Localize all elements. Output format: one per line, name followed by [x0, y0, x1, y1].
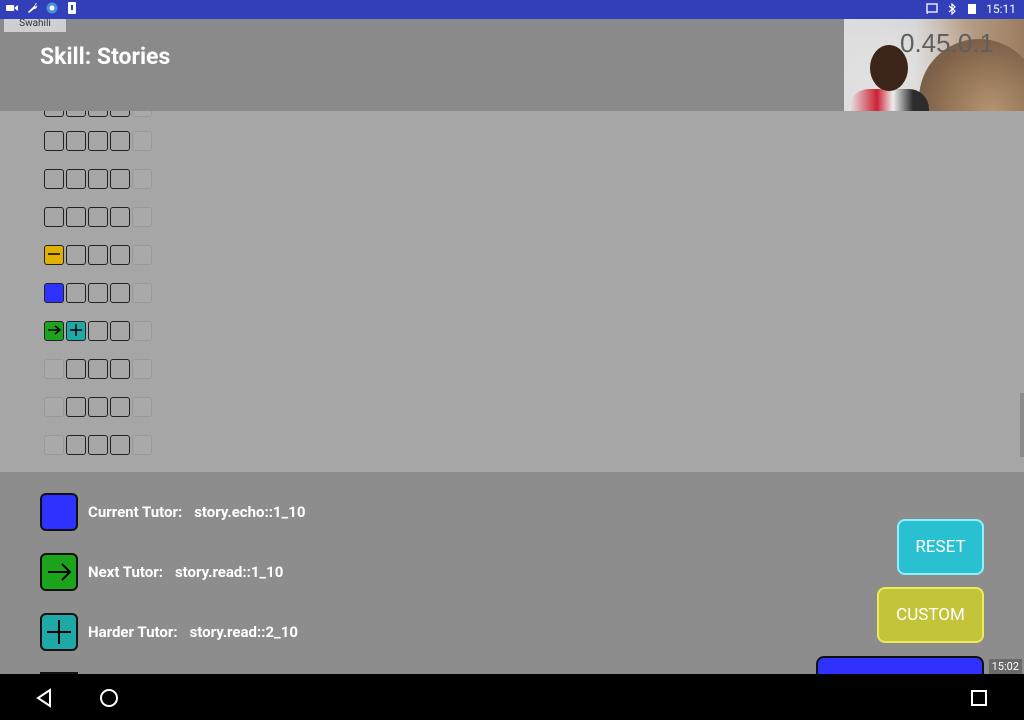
grid-cell[interactable] [66, 245, 86, 265]
grid-cell[interactable] [44, 435, 64, 455]
grid-cell[interactable] [132, 397, 152, 417]
next-tutor-value: story.read::1_10 [174, 563, 284, 581]
grid-cell[interactable] [110, 111, 130, 117]
page-title: Skill: Stories [40, 43, 171, 70]
grid-cell[interactable] [132, 169, 152, 189]
status-left-icons [6, 2, 78, 14]
grid-row [44, 207, 152, 229]
grid-cell[interactable] [88, 359, 108, 379]
grid-cell[interactable] [88, 131, 108, 151]
grid-cell[interactable] [132, 283, 152, 303]
grid-row [44, 321, 152, 343]
grid-row [44, 435, 152, 457]
status-right-icons: 15:11 [926, 2, 1016, 16]
version-label: 0.45.0.1 [900, 28, 994, 58]
grid-row-partial [44, 111, 152, 119]
scrollbar-thumb[interactable] [1020, 393, 1024, 457]
grid-cell[interactable] [66, 207, 86, 227]
grid-cell[interactable] [110, 321, 130, 341]
grid-cell[interactable] [66, 435, 86, 455]
recents-icon[interactable] [967, 686, 991, 710]
next-tutor-row: Next Tutor: story.read::1_10 [40, 552, 283, 592]
grid-cell[interactable] [44, 111, 64, 117]
video-icon [6, 5, 18, 11]
grid-cell-plus-icon[interactable] [66, 321, 86, 341]
grid-cell[interactable] [110, 131, 130, 151]
grid-cell[interactable] [66, 131, 86, 151]
harder-tutor-row: Harder Tutor: story.read::2_10 [40, 612, 298, 652]
battery-icon [968, 4, 977, 14]
grid-cell[interactable] [44, 397, 64, 417]
status-time: 15:11 [986, 2, 1016, 16]
grid-cell[interactable] [132, 131, 152, 151]
grid-cell[interactable] [44, 283, 64, 303]
chrome-icon [46, 2, 58, 14]
grid-cell[interactable] [132, 207, 152, 227]
harder-tutor-label: Harder Tutor: [88, 623, 178, 641]
grid-cell[interactable] [88, 245, 108, 265]
grid-cell[interactable] [88, 435, 108, 455]
cast-icon [926, 3, 938, 15]
overlay-timestamp: 15:02 [988, 659, 1022, 674]
grid-cell[interactable] [88, 169, 108, 189]
grid-cell[interactable] [132, 111, 152, 117]
custom-button[interactable]: CUSTOM [877, 587, 984, 643]
navigation-bar [0, 674, 1024, 720]
grid-cell[interactable] [132, 435, 152, 455]
grid-cell[interactable] [110, 435, 130, 455]
grid-row [44, 397, 152, 419]
grid-row [44, 359, 152, 381]
arrow-right-icon [40, 553, 78, 591]
grid-cell[interactable] [88, 111, 108, 117]
grid-cell[interactable] [88, 397, 108, 417]
grid-cell[interactable] [110, 169, 130, 189]
grid-row [44, 131, 152, 153]
current-tutor-value: story.echo::1_10 [194, 503, 306, 521]
grid-cell[interactable] [110, 283, 130, 303]
grid-row [44, 283, 152, 305]
current-tutor-label: Current Tutor: [88, 503, 183, 521]
home-icon[interactable] [97, 686, 121, 710]
grid-cell[interactable] [110, 397, 130, 417]
grid-cell-minus-icon[interactable] [44, 245, 64, 265]
next-tutor-label: Next Tutor: [88, 563, 163, 581]
grid-cell[interactable] [88, 283, 108, 303]
grid-cell[interactable] [132, 245, 152, 265]
grid-cell[interactable] [44, 207, 64, 227]
tutor-grid [0, 111, 1024, 472]
plus-icon [40, 613, 78, 651]
grid-cell[interactable] [66, 169, 86, 189]
status-bar: 15:11 [0, 0, 1024, 19]
grid-cell[interactable] [66, 111, 86, 117]
bluetooth-icon [948, 3, 956, 15]
current-tutor-square-icon [40, 493, 78, 531]
grid-row [44, 169, 152, 191]
grid-cell[interactable] [66, 397, 86, 417]
grid-cell-arrow-right-icon[interactable] [44, 321, 64, 341]
grid-cell[interactable] [66, 283, 86, 303]
reset-button[interactable]: RESET [897, 519, 984, 575]
grid-cell[interactable] [88, 321, 108, 341]
grid-cell[interactable] [132, 359, 152, 379]
grid-cell[interactable] [110, 359, 130, 379]
grid-row [44, 245, 152, 267]
current-tutor-row: Current Tutor: story.echo::1_10 [40, 492, 305, 532]
wrench-icon [28, 3, 38, 13]
harder-tutor-value: story.read::2_10 [189, 623, 298, 641]
grid-cell[interactable] [44, 169, 64, 189]
grid-cell[interactable] [88, 207, 108, 227]
back-icon[interactable] [32, 686, 56, 710]
grid-cell[interactable] [44, 131, 64, 151]
download-icon [68, 2, 76, 14]
grid-cell[interactable] [66, 359, 86, 379]
language-tab[interactable]: Swahili [4, 19, 66, 33]
grid-cell[interactable] [110, 207, 130, 227]
grid-cell[interactable] [44, 359, 64, 379]
grid-cell[interactable] [132, 321, 152, 341]
grid-cell[interactable] [110, 245, 130, 265]
